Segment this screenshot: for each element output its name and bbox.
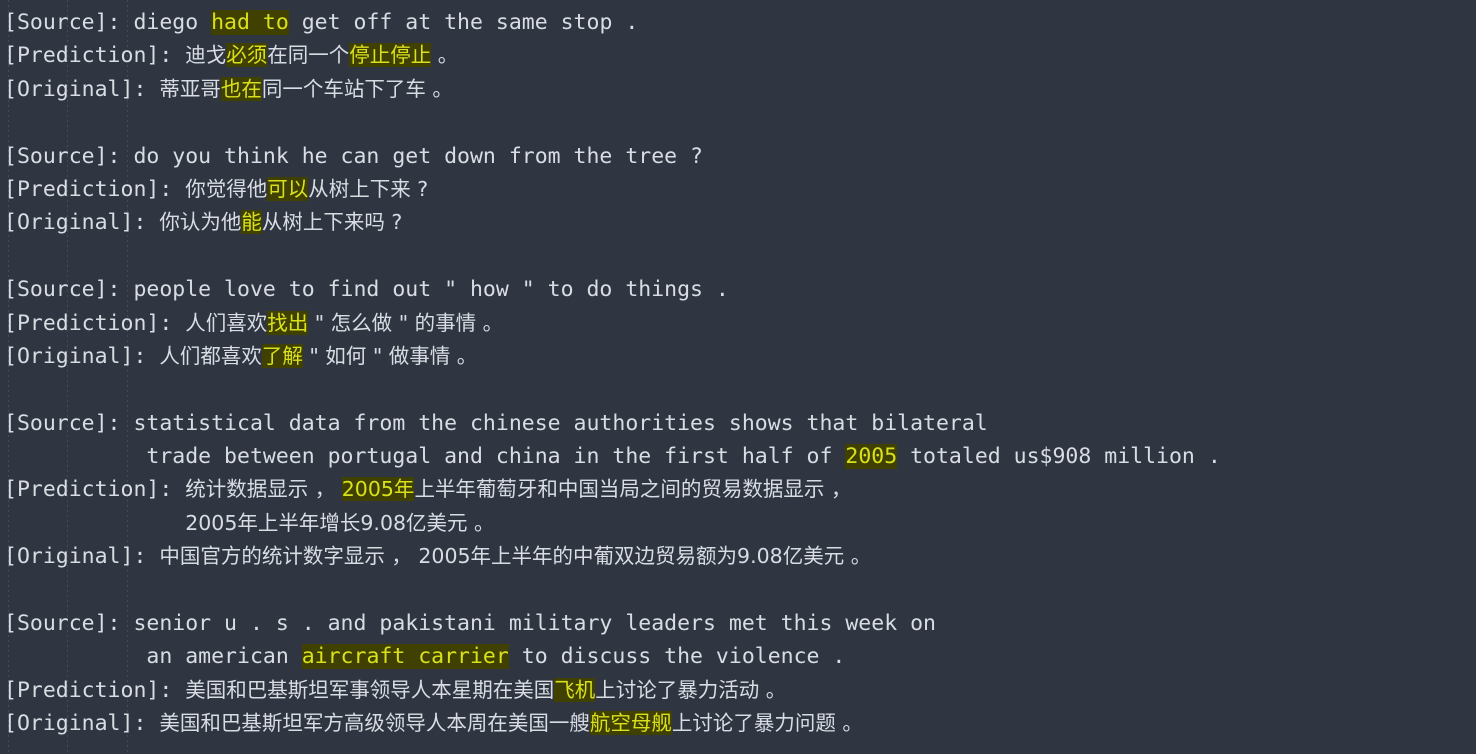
original-line: [Original]: 人们都喜欢了解 " 如何 " 做事情 。 <box>0 340 1476 373</box>
plain-text: [Source]: diego <box>4 10 212 35</box>
prediction-line: [Prediction]: 迪戈必须在同一个停止停止 。 <box>0 39 1476 72</box>
plain-text: 你认为他 <box>159 210 242 235</box>
source-line: trade between portugal and china in the … <box>0 440 1476 473</box>
highlighted-text: 2005 <box>845 444 898 470</box>
plain-text: 人们喜欢 <box>185 310 268 335</box>
source-line: [Source]: diego had to get off at the sa… <box>0 6 1476 39</box>
prediction-line: [Prediction]: 美国和巴基斯坦军事领导人本星期在美国飞机上讨论了暴力… <box>0 674 1476 707</box>
plain-text: [Source]: do you think he can get down f… <box>4 143 703 169</box>
plain-text: 美国和巴基斯坦军方高级领导人本周在美国一艘 <box>159 711 590 736</box>
plain-text: [Prediction]: <box>4 477 186 503</box>
highlighted-text: aircraft carrier <box>301 644 509 670</box>
prediction-line: [Prediction]: 统计数据显示 ， 2005年上半年葡萄牙和中国当局之… <box>0 473 1476 506</box>
plain-text: 统计数据显示 ， <box>185 477 342 502</box>
plain-text: " 如何 " 做事情 。 <box>302 343 478 368</box>
plain-text: to discuss the violence . <box>508 644 846 670</box>
plain-text: 2005年上半年增长9.08亿美元 。 <box>185 510 495 535</box>
plain-text: [Source]: people love to find out " how … <box>4 277 729 303</box>
plain-text: 迪戈 <box>185 43 227 68</box>
original-line: [Original]: 你认为他能从树上下来吗 ? <box>0 206 1476 239</box>
plain-text: 蒂亚哥 <box>159 76 221 101</box>
prediction-line: [Prediction]: 你觉得他可以从树上下来 ? <box>0 173 1476 206</box>
source-line: [Source]: do you think he can get down f… <box>0 140 1476 173</box>
plain-text: totaled us$908 million . <box>897 444 1221 470</box>
plain-text: 。 <box>431 43 459 68</box>
plain-text: [Prediction]: <box>4 310 186 336</box>
highlighted-text: 了解 <box>261 343 303 368</box>
plain-text: [Source]: statistical data from the chin… <box>4 410 988 436</box>
plain-text: [Prediction]: <box>4 176 186 202</box>
highlighted-text: 也在 <box>220 76 262 101</box>
highlighted-text: 能 <box>241 210 262 235</box>
highlighted-text: had to <box>211 10 289 35</box>
source-line: [Source]: senior u . s . and pakistani m… <box>0 607 1476 640</box>
plain-text: 中国官方的统计数字显示 ， 2005年上半年的中葡双边贸易额为9.08亿美元 。 <box>159 544 872 569</box>
plain-text: 在同一个 <box>267 43 350 68</box>
plain-text: [Prediction]: <box>4 43 186 69</box>
terminal-output-pane: [Source]: diego had to get off at the sa… <box>0 0 1476 754</box>
plain-text: 从树上下来 ? <box>308 176 429 201</box>
plain-text: [Original]: <box>4 343 160 369</box>
plain-text: [Original]: <box>4 76 160 102</box>
plain-text: get off at the same stop . <box>288 10 639 35</box>
plain-text: 美国和巴基斯坦军事领导人本星期在美国 <box>185 677 555 702</box>
plain-text: 上讨论了暴力活动 。 <box>595 677 787 702</box>
highlighted-text: 航空母舰 <box>589 711 672 736</box>
plain-text: 同一个车站下了车 。 <box>261 76 453 101</box>
plain-text: 人们都喜欢 <box>159 343 262 368</box>
plain-text: [Source]: senior u . s . and pakistani m… <box>4 611 936 637</box>
plain-text: " 怎么做 " 的事情 。 <box>308 310 504 335</box>
plain-text: an american <box>4 644 302 670</box>
plain-text: 你觉得他 <box>185 176 268 201</box>
highlighted-text: 飞机 <box>554 677 596 702</box>
source-line: an american aircraft carrier to discuss … <box>0 640 1476 673</box>
source-line: [Source]: statistical data from the chin… <box>0 407 1476 440</box>
prediction-line: 2005年上半年增长9.08亿美元 。 <box>0 507 1476 540</box>
original-line: [Original]: 中国官方的统计数字显示 ， 2005年上半年的中葡双边贸… <box>0 540 1476 573</box>
output-lines: [Source]: diego had to get off at the sa… <box>0 6 1476 741</box>
highlighted-text: 可以 <box>267 176 309 201</box>
highlighted-text: 停止停止 <box>349 43 432 68</box>
plain-text: 从树上下来吗 ? <box>261 210 403 235</box>
original-line: [Original]: 美国和巴基斯坦军方高级领导人本周在美国一艘航空母舰上讨论… <box>0 707 1476 740</box>
prediction-line: [Prediction]: 人们喜欢找出 " 怎么做 " 的事情 。 <box>0 307 1476 340</box>
plain-text: [Original]: <box>4 544 160 570</box>
plain-text: [Original]: <box>4 210 160 236</box>
plain-text: trade between portugal and china in the … <box>4 444 846 470</box>
plain-text: [Prediction]: <box>4 677 186 703</box>
highlighted-text: 必须 <box>226 43 268 68</box>
original-line: [Original]: 蒂亚哥也在同一个车站下了车 。 <box>0 73 1476 106</box>
source-line: [Source]: people love to find out " how … <box>0 273 1476 306</box>
plain-text: [Original]: <box>4 711 160 737</box>
highlighted-text: 2005年 <box>341 477 415 502</box>
plain-text: 上半年葡萄牙和中国当局之间的贸易数据显示 ， <box>414 477 852 502</box>
plain-text <box>4 511 185 536</box>
highlighted-text: 找出 <box>267 310 309 335</box>
plain-text: 上讨论了暴力问题 。 <box>671 711 863 736</box>
